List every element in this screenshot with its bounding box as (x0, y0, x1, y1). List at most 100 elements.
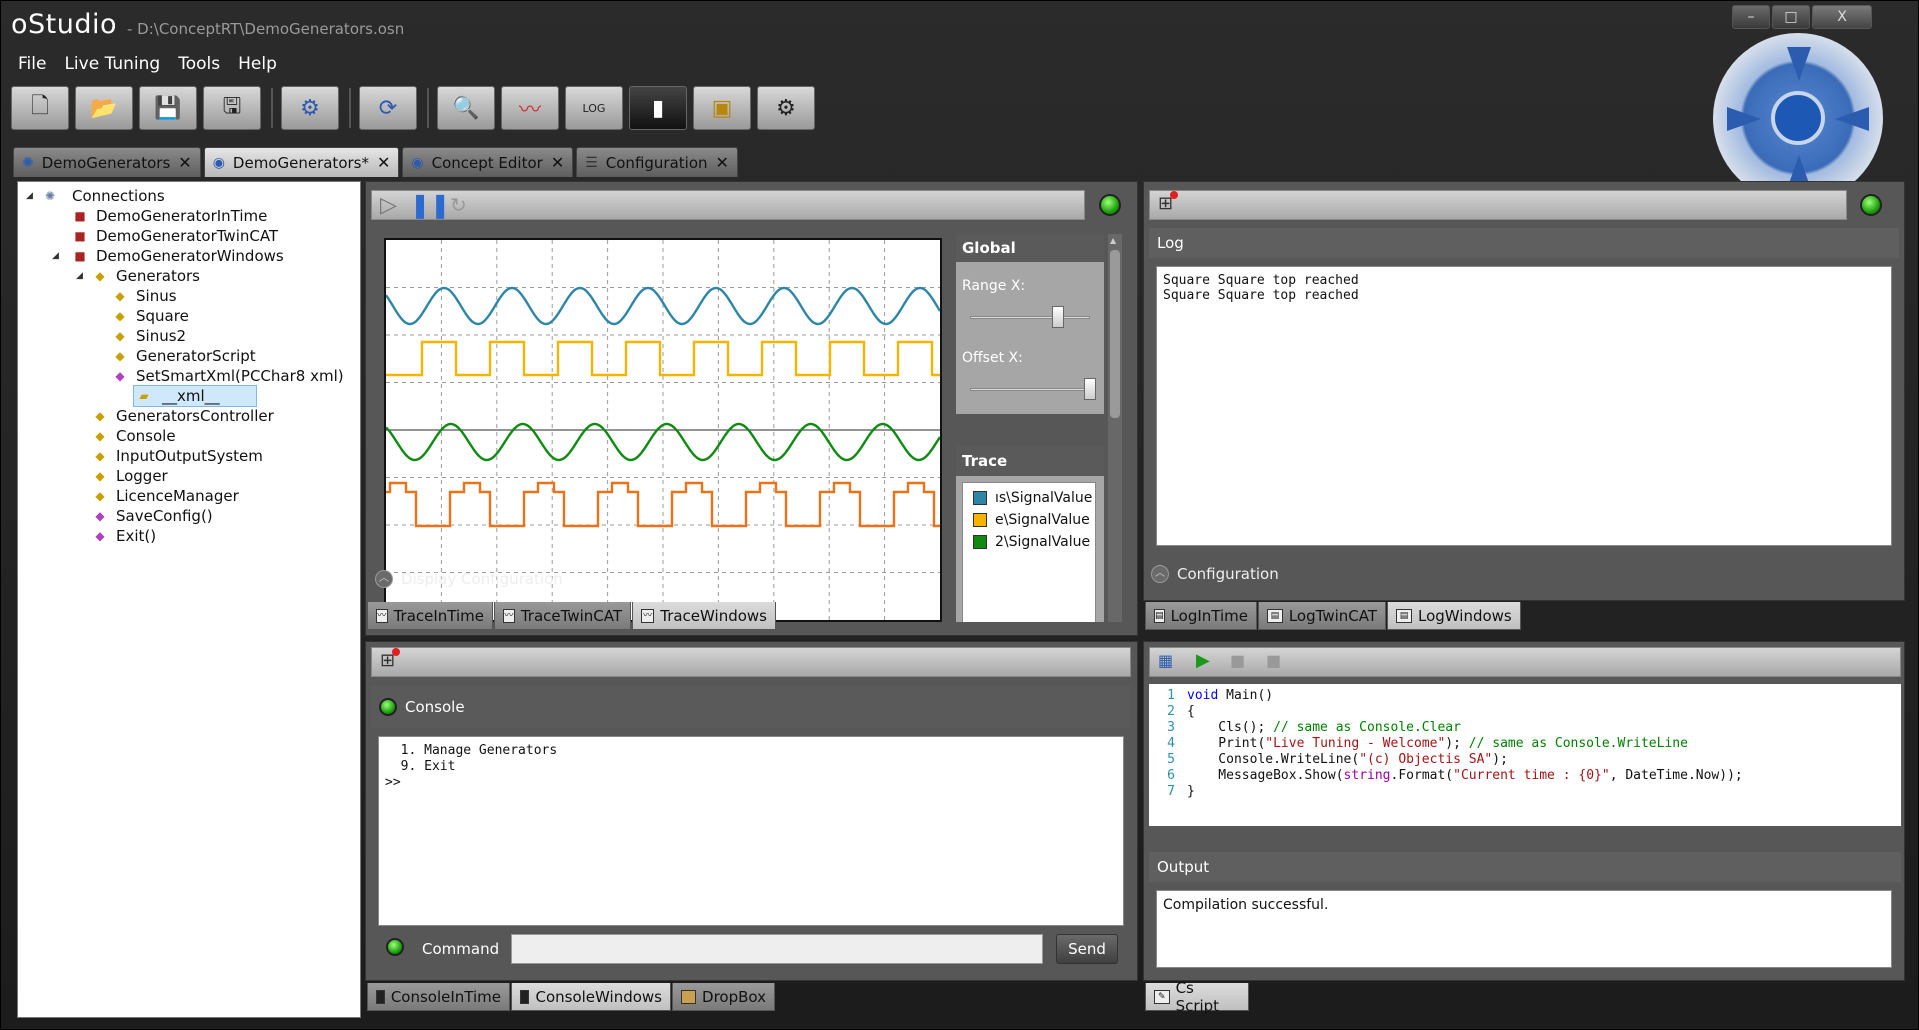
command-status-led (386, 938, 404, 956)
tree-node-logger[interactable]: ◆ Logger (18, 466, 360, 486)
tab-demogenerators-modified[interactable]: ◉ DemoGenerators* ✕ (203, 147, 400, 177)
tree-node-generatorscontroller[interactable]: ◆ GeneratorsController (18, 406, 360, 426)
trace-settings: Trace ıs\SignalValue e\SignalValue 2\Sig… (956, 446, 1104, 622)
tab-cs-script[interactable]: ✎ Cs Script (1145, 979, 1249, 1015)
console-line: 9. Exit (385, 759, 456, 774)
legend-item[interactable]: ıs\SignalValue (973, 487, 1095, 509)
box-icon[interactable]: ▣ (693, 86, 751, 130)
log-panel: ⊞ Log Square Square top reached Square S… (1143, 181, 1905, 601)
tree-node-sinus[interactable]: ◆ Sinus (18, 286, 360, 306)
settings-icon[interactable]: ⚙ (281, 86, 339, 130)
tree-node-licencemanager[interactable]: ◆ LicenceManager (18, 486, 360, 506)
tree-node-square[interactable]: ◆ Square (18, 306, 360, 326)
range-x-slider[interactable] (1051, 306, 1064, 328)
tab-logintime[interactable]: ▤ LogInTime (1145, 602, 1257, 630)
compile-icon[interactable]: ▦ (1158, 651, 1173, 670)
tab-configuration[interactable]: ☰ Configuration ✕ (576, 147, 738, 177)
pause-icon[interactable]: ❚❚ (410, 191, 450, 219)
trace-plot-svg (386, 240, 940, 620)
menu-live-tuning[interactable]: Live Tuning (55, 51, 169, 77)
device-icon: ■ (74, 209, 86, 223)
close-button[interactable]: X (1812, 5, 1872, 29)
tab-tracetwincat[interactable]: 〰 TraceTwinCAT (494, 602, 631, 630)
console-icon[interactable]: ▮ (629, 86, 687, 130)
trace-icon[interactable]: 〰 (501, 86, 559, 130)
tab-dropbox[interactable]: DropBox (672, 983, 775, 1011)
tab-consolewindows[interactable]: ConsoleWindows (511, 983, 671, 1011)
send-button[interactable]: Send (1056, 934, 1118, 964)
class-icon: ◆ (95, 409, 105, 423)
trace-panel: ▷ ❚❚ ↻ Global Range X: Offset X: ▲ Trace (365, 181, 1138, 636)
reset-icon[interactable]: ↻ (450, 193, 467, 217)
tab-traceintime[interactable]: 〰 TraceInTime (367, 602, 493, 630)
tree-node-demogeneratorwindows[interactable]: ◢ ■ DemoGeneratorWindows (18, 246, 360, 266)
tree-node-connections[interactable]: ◢ ✺ Connections (18, 186, 360, 206)
connect-icon[interactable]: ⟳ (359, 86, 417, 130)
log-icon[interactable]: LOG (565, 86, 623, 130)
build-icon[interactable]: ⚙ (757, 86, 815, 130)
maximize-button[interactable]: □ (1772, 5, 1810, 29)
class-icon: ◆ (95, 489, 105, 503)
command-input[interactable] (511, 934, 1043, 964)
trace-icon: 〰 (503, 608, 515, 623)
log-line: Square Square top reached (1163, 273, 1359, 288)
menu-tools[interactable]: Tools (169, 51, 229, 77)
scrollbar-thumb[interactable] (1110, 250, 1120, 418)
settings-scrollbar[interactable]: ▲ (1108, 234, 1122, 622)
log-icon: ▤ (1267, 608, 1283, 623)
close-tab-icon[interactable]: ✕ (716, 153, 729, 172)
tab-logwindows[interactable]: ▤ LogWindows (1387, 602, 1521, 630)
open-icon[interactable]: 📂 (75, 86, 133, 130)
legend-item[interactable]: e\SignalValue (973, 509, 1095, 531)
tree-node-sinus2[interactable]: ◆ Sinus2 (18, 326, 360, 346)
console-icon (376, 989, 385, 1004)
trace-plot (384, 238, 942, 622)
window-controls: – □ X (1732, 5, 1872, 29)
document-tabs: ✺ DemoGenerators ✕ ◉ DemoGenerators* ✕ ◉… (13, 147, 738, 177)
tree-node-setsmartxml[interactable]: ◆ SetSmartXml(PCChar8 xml) (18, 366, 360, 386)
legend-item[interactable]: 2\SignalValue (973, 531, 1095, 553)
close-tab-icon[interactable]: ✕ (551, 153, 564, 172)
play-icon[interactable]: ▷ (380, 193, 397, 218)
save-icon[interactable]: 💾 (139, 86, 197, 130)
range-x-slider-track (970, 316, 1090, 319)
field-icon: ▰ (139, 389, 149, 403)
display-configuration-expander[interactable]: ︿ Display Configuration (375, 570, 563, 588)
device-icon: ■ (74, 229, 86, 243)
menu-file[interactable]: File (9, 51, 55, 77)
menu-help[interactable]: Help (229, 51, 286, 77)
tab-logtwincat[interactable]: ▤ LogTwinCAT (1258, 602, 1386, 630)
tree-node-demogeneratortwincat[interactable]: ■ DemoGeneratorTwinCAT (18, 226, 360, 246)
tree-node-saveconfig[interactable]: ◆ SaveConfig() (18, 506, 360, 526)
tree-node-generators[interactable]: ◢ ◆ Generators (18, 266, 360, 286)
tree-node-console[interactable]: ◆ Console (18, 426, 360, 446)
configuration-expander[interactable]: ︿ Configuration (1151, 565, 1279, 583)
tree-node-inputoutputsystem[interactable]: ◆ InputOutputSystem (18, 446, 360, 466)
tree-node-xml[interactable]: ▰ __xml__ (18, 385, 360, 407)
new-icon[interactable]: 🗋 (11, 86, 69, 130)
stop-icon[interactable]: ■ (1266, 651, 1281, 670)
minimize-button[interactable]: – (1732, 5, 1770, 29)
tab-tracewindows[interactable]: 〰 TraceWindows (632, 602, 776, 630)
output-text: Compilation successful. (1163, 897, 1329, 913)
tab-concept-editor[interactable]: ◉ Concept Editor ✕ (402, 147, 574, 177)
log-icon: ▤ (1396, 608, 1412, 623)
code-editor[interactable]: 1 void Main() 2{ 3 Cls(); // same as Cons… (1149, 684, 1901, 826)
method-icon: ◆ (115, 369, 125, 383)
pause-script-icon[interactable]: ■ (1230, 651, 1245, 670)
log-icon: ▤ (1154, 608, 1165, 623)
tree-node-generatorscript[interactable]: ◆ GeneratorScript (18, 346, 360, 366)
run-icon[interactable]: ▶ (1196, 650, 1210, 671)
console-line: >> (385, 775, 401, 790)
globe-icon: ◉ (212, 154, 225, 171)
tab-consoleintime[interactable]: ConsoleInTime (367, 983, 510, 1011)
offset-x-slider[interactable] (1084, 378, 1096, 400)
close-tab-icon[interactable]: ✕ (377, 153, 390, 172)
close-tab-icon[interactable]: ✕ (178, 153, 191, 172)
search-icon[interactable]: 🔍 (437, 86, 495, 130)
tab-demogenerators[interactable]: ✺ DemoGenerators ✕ (13, 147, 201, 177)
tree-node-demogeneratorintime[interactable]: ■ DemoGeneratorInTime (18, 206, 360, 226)
save-all-icon[interactable]: 🖫 (203, 86, 261, 130)
device-icon: ■ (74, 249, 86, 263)
tree-node-exit[interactable]: ◆ Exit() (18, 526, 360, 546)
